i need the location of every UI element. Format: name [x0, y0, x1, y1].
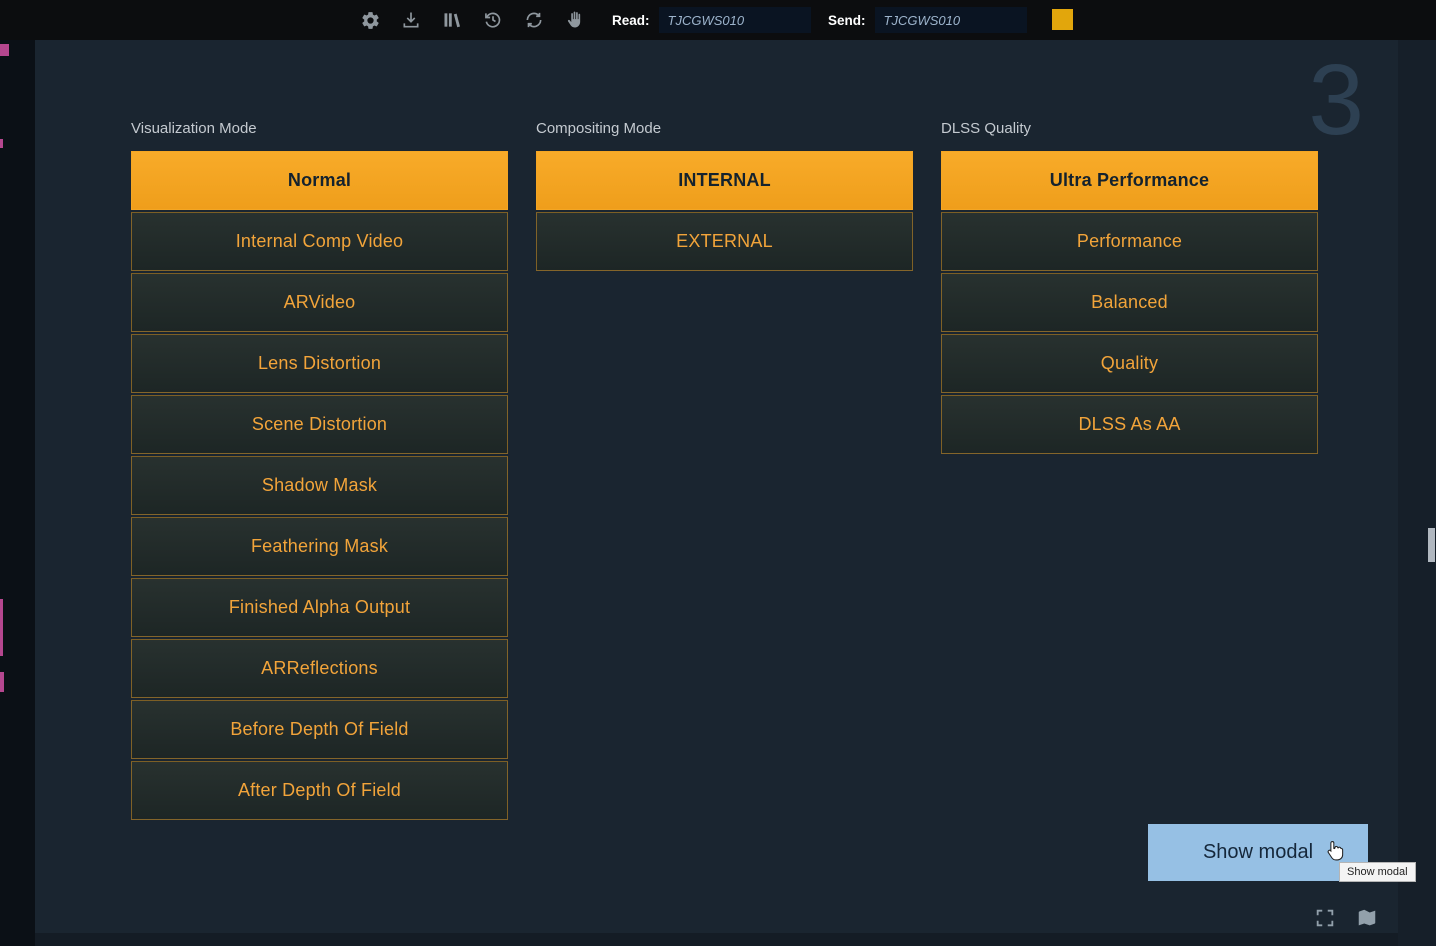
option-group-visualization-mode: Visualization Mode NormalInternal Comp Vi… [131, 120, 508, 822]
group-label: Visualization Mode [131, 120, 508, 139]
show-modal-tooltip: Show modal [1339, 862, 1416, 882]
option-arvideo[interactable]: ARVideo [131, 273, 508, 332]
read-input[interactable] [659, 7, 811, 33]
edge-marker [0, 139, 3, 148]
send-label: Send: [828, 13, 866, 28]
option-scene-distortion[interactable]: Scene Distortion [131, 395, 508, 454]
gear-icon[interactable] [358, 8, 382, 32]
option-feathering-mask[interactable]: Feathering Mask [131, 517, 508, 576]
library-icon[interactable] [440, 8, 464, 32]
read-label: Read: [612, 13, 650, 28]
history-icon[interactable] [481, 8, 505, 32]
option-before-depth-of-field[interactable]: Before Depth Of Field [131, 700, 508, 759]
option-ultra-performance[interactable]: Ultra Performance [941, 151, 1318, 210]
fullscreen-icon[interactable] [1312, 905, 1338, 931]
option-columns: Visualization Mode NormalInternal Comp Vi… [131, 120, 1318, 822]
option-lens-distortion[interactable]: Lens Distortion [131, 334, 508, 393]
app-window: Read: Send: 3 Visualization ModeNormalIn… [0, 0, 1436, 946]
download-icon[interactable] [399, 8, 423, 32]
group-label: DLSS Quality [941, 120, 1318, 139]
edge-marker [0, 44, 9, 56]
option-shadow-mask[interactable]: Shadow Mask [131, 456, 508, 515]
toolbar-icon-group [358, 0, 587, 40]
option-dlss-as-aa[interactable]: DLSS As AA [941, 395, 1318, 454]
option-quality[interactable]: Quality [941, 334, 1318, 393]
left-edge-panel [0, 40, 35, 946]
option-performance[interactable]: Performance [941, 212, 1318, 271]
option-arreflections[interactable]: ARReflections [131, 639, 508, 698]
option-normal[interactable]: Normal [131, 151, 508, 210]
send-field-group: Send: [828, 0, 1027, 40]
show-modal-button[interactable]: Show modal [1148, 824, 1368, 881]
option-finished-alpha-output[interactable]: Finished Alpha Output [131, 578, 508, 637]
edge-marker [0, 599, 3, 656]
send-input[interactable] [875, 7, 1027, 33]
read-field-group: Read: [612, 0, 811, 40]
option-internal-comp-video[interactable]: Internal Comp Video [131, 212, 508, 271]
option-balanced[interactable]: Balanced [941, 273, 1318, 332]
option-external[interactable]: EXTERNAL [536, 212, 913, 271]
option-group-dlss-quality: DLSS Quality Ultra PerformancePerformance… [941, 120, 1318, 822]
edge-marker [0, 672, 4, 692]
group-label: Compositing Mode [536, 120, 913, 139]
option-after-depth-of-field[interactable]: After Depth Of Field [131, 761, 508, 820]
option-internal[interactable]: INTERNAL [536, 151, 913, 210]
color-swatch[interactable] [1052, 9, 1073, 30]
corner-icon-group [1312, 905, 1380, 931]
pan-hand-icon[interactable] [563, 8, 587, 32]
right-edge-panel [1398, 40, 1436, 946]
refresh-icon[interactable] [522, 8, 546, 32]
bottom-edge-panel [35, 933, 1398, 946]
map-icon[interactable] [1354, 905, 1380, 931]
scrollbar-handle[interactable] [1428, 528, 1435, 562]
option-group-compositing-mode: Compositing Mode INTERNALEXTERNAL [536, 120, 913, 822]
toolbar: Read: Send: [0, 0, 1436, 40]
